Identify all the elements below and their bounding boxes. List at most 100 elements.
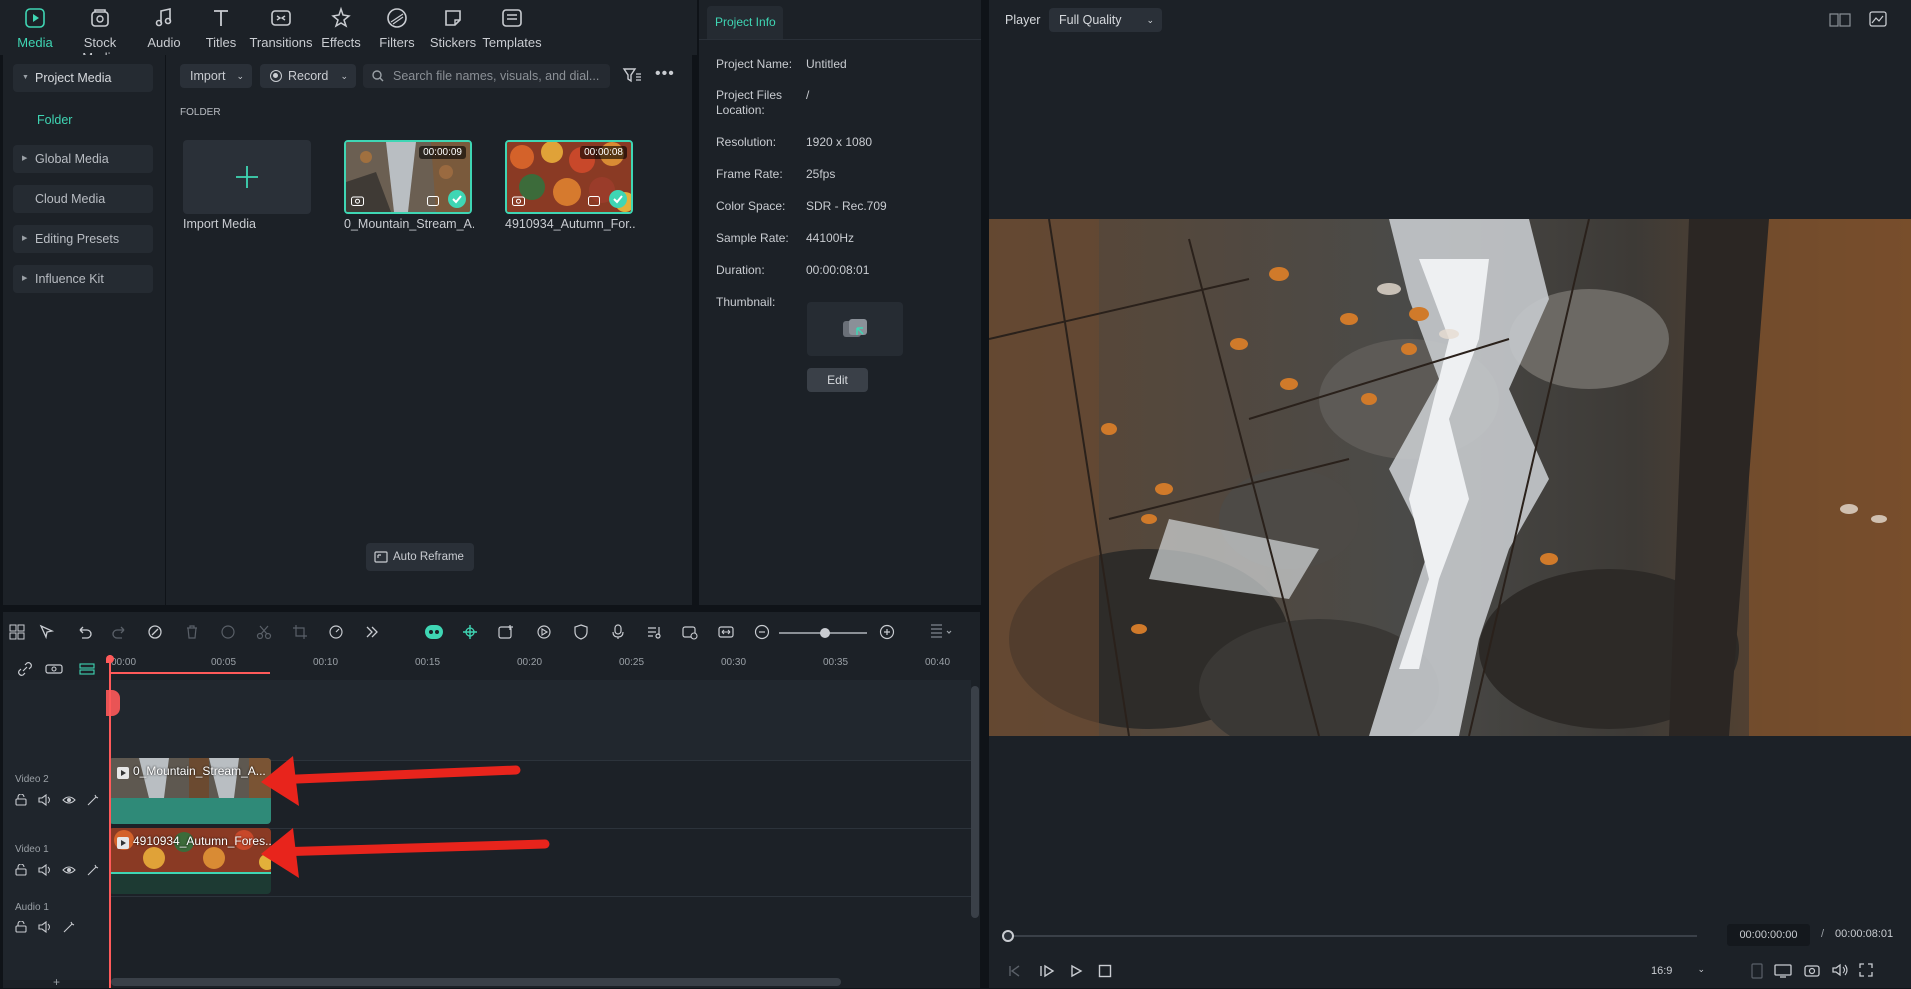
crop-icon[interactable] [292, 624, 310, 642]
snapshot-camera-icon[interactable] [1804, 963, 1820, 977]
search-placeholder: Search file names, visuals, and dial... [393, 69, 600, 83]
snap-magnet-icon[interactable] [462, 624, 480, 642]
vertical-scrollbar[interactable] [971, 686, 979, 918]
add-track-plus-icon[interactable]: + [53, 975, 60, 989]
eye-icon[interactable] [62, 864, 76, 876]
aspect-ratio-dropdown[interactable]: 16:9 ⌄ [1645, 961, 1713, 981]
previous-frame-icon[interactable] [1007, 964, 1021, 978]
lock-track-icon[interactable] [15, 864, 27, 876]
magic-wand-icon[interactable] [62, 921, 76, 933]
volume-icon[interactable] [1831, 963, 1849, 977]
render-icon[interactable] [536, 624, 554, 642]
ruler-label: 00:20 [517, 657, 543, 668]
layout-toggle-icon[interactable] [1829, 13, 1851, 27]
tab-templates[interactable]: Templates [480, 6, 544, 50]
image-compare-icon[interactable] [1869, 11, 1887, 27]
mute-track-icon[interactable] [38, 864, 52, 876]
zoom-in-icon[interactable] [879, 624, 897, 642]
media-search-input[interactable]: Search file names, visuals, and dial... [363, 64, 610, 88]
more-options-icon[interactable]: ••• [655, 65, 675, 83]
playhead-handle[interactable] [106, 655, 114, 663]
sidebar-item-cloud-media[interactable]: Cloud Media [13, 185, 153, 213]
video-preview[interactable] [989, 219, 1911, 736]
ai-badge-icon [427, 196, 439, 206]
lock-track-icon[interactable] [15, 921, 27, 933]
tab-transitions[interactable]: Transitions [249, 6, 313, 50]
tab-stickers[interactable]: Stickers [421, 6, 485, 50]
eye-icon[interactable] [62, 794, 76, 806]
thumbnail-preview[interactable] [807, 302, 903, 356]
link-icon[interactable] [17, 661, 35, 679]
playback-progress-track[interactable] [1007, 935, 1697, 937]
filter-icon[interactable] [622, 66, 642, 84]
media-clip-thumbnail[interactable]: 00:00:09 [344, 140, 472, 214]
undo-icon[interactable] [76, 624, 94, 642]
tab-project-info[interactable]: Project Info [707, 6, 783, 39]
timeline-ruler[interactable] [109, 652, 979, 674]
work-area-indicator [109, 672, 270, 674]
ai-mate-icon[interactable] [424, 623, 443, 641]
zoom-slider-handle[interactable] [820, 628, 830, 638]
import-media-tile[interactable] [183, 140, 311, 214]
play-step-icon[interactable] [1039, 964, 1055, 978]
record-dropdown[interactable]: Record ⌄ [260, 64, 356, 88]
expand-triangle-icon: ▼ [22, 74, 29, 81]
group-icon[interactable] [45, 661, 63, 679]
sidebar-item-project-media[interactable]: ▼ Project Media [13, 64, 153, 92]
split-scissors-icon[interactable] [256, 624, 274, 642]
mute-track-icon[interactable] [38, 921, 52, 933]
tab-effects[interactable]: Effects [309, 6, 373, 50]
info-value: 1920 x 1080 [806, 135, 873, 149]
zoom-out-icon[interactable] [754, 624, 772, 642]
auto-reframe-button[interactable]: Auto Reframe [366, 543, 474, 571]
chevron-down-icon: ⌄ [236, 71, 244, 81]
redo-icon[interactable] [112, 624, 130, 642]
auto-caption-icon[interactable] [682, 624, 700, 642]
quality-dropdown[interactable]: Full Quality ⌄ [1049, 8, 1162, 32]
ai-edit-icon[interactable] [147, 624, 165, 642]
stop-icon[interactable] [1098, 964, 1112, 978]
clip-name: 0_Mountain_Stream_A... [344, 217, 474, 231]
display-icon[interactable] [1774, 964, 1792, 978]
mountain-stream-preview-image [989, 219, 1911, 736]
sidebar-item-global-media[interactable]: ▶ Global Media [13, 145, 153, 173]
playback-scrubber[interactable] [1002, 930, 1014, 942]
fit-icon[interactable] [718, 624, 736, 642]
speed-icon[interactable] [328, 624, 346, 642]
tab-titles[interactable]: Titles [189, 6, 253, 50]
mute-track-icon[interactable] [38, 794, 52, 806]
sidebar-item-folder[interactable]: Folder [37, 113, 72, 127]
info-key: Sample Rate: [716, 231, 789, 245]
tab-filters[interactable]: Filters [365, 6, 429, 50]
more-tools-icon[interactable] [364, 624, 382, 642]
tab-label: Titles [205, 35, 237, 50]
current-timecode[interactable]: 00:00:00:00 [1727, 924, 1810, 946]
tab-audio[interactable]: Audio [132, 6, 196, 50]
import-dropdown[interactable]: Import ⌄ [180, 64, 252, 88]
sidebar-item-editing-presets[interactable]: ▶ Editing Presets [13, 225, 153, 253]
marker-icon[interactable] [1751, 963, 1763, 979]
fullscreen-icon[interactable] [1859, 963, 1873, 977]
delete-icon[interactable] [184, 624, 202, 642]
shield-icon[interactable] [573, 624, 591, 642]
magic-wand-icon[interactable] [86, 794, 100, 806]
microphone-icon[interactable] [610, 624, 628, 642]
select-cursor-icon[interactable] [39, 624, 57, 642]
chevron-down-icon: ⌄ [1146, 15, 1154, 25]
detach-icon[interactable] [220, 624, 238, 642]
edit-thumbnail-button[interactable]: Edit [807, 368, 868, 392]
audio-mix-icon[interactable] [646, 624, 664, 642]
horizontal-scrollbar[interactable] [111, 978, 841, 986]
lock-track-icon[interactable] [15, 794, 27, 806]
layout-menu-icon[interactable] [929, 622, 952, 640]
info-value: 00:00:08:01 [806, 263, 870, 277]
media-clip-thumbnail[interactable]: 00:00:08 [505, 140, 633, 214]
sidebar-item-influence-kit[interactable]: ▶ Influence Kit [13, 265, 153, 293]
track-manager-icon[interactable] [79, 661, 97, 679]
play-icon[interactable] [1069, 964, 1083, 978]
add-marker-icon[interactable] [498, 624, 516, 642]
tab-media[interactable]: Media [3, 6, 67, 50]
grid-layout-icon[interactable] [9, 624, 27, 642]
magic-wand-icon[interactable] [86, 864, 100, 876]
playhead-marker-tab[interactable] [106, 690, 120, 716]
